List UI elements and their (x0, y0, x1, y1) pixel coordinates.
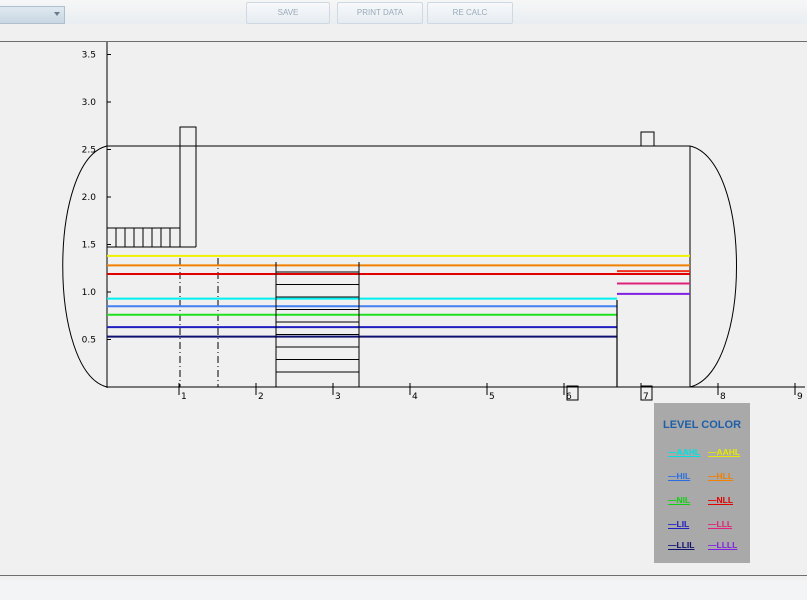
x-tick-label: 5 (489, 392, 495, 402)
legend-item: —HLL (708, 471, 734, 481)
y-tick-label: 3.5 (82, 51, 96, 61)
x-tick-label: 1 (181, 392, 187, 402)
vessel-outline (62, 145, 737, 388)
x-ticks: 123456789 (178, 383, 803, 402)
legend-item: —LIL (668, 519, 690, 529)
right-level-lines (617, 270, 690, 295)
status-bar (0, 580, 807, 600)
legend-item: —AAHL (708, 447, 741, 457)
legend-item: —HIL (668, 471, 691, 481)
outlet-nozzle (640, 131, 655, 147)
legend-item: —NIL (668, 495, 691, 505)
y-tick-label: 0.5 (82, 336, 96, 346)
inlet-baffle (107, 227, 180, 247)
y-tick-label: 3.0 (82, 98, 97, 108)
legend-item: —LLL (708, 519, 733, 529)
internals-box (275, 262, 360, 387)
legend-item: —LLLL (708, 540, 738, 550)
level-lines (107, 254, 690, 338)
x-tick-label: 8 (720, 392, 726, 402)
legend-item: —LLIL (668, 540, 695, 550)
level-color-legend: LEVEL COLOR —AAHL —AAHL —HIL —HLL —NIL —NLL —L… (654, 403, 750, 563)
x-tick-label: 3 (335, 392, 341, 402)
left-head (62, 145, 108, 388)
y-tick-label: 1.5 (82, 241, 96, 251)
legend-item: —AAHL (668, 447, 701, 457)
x-tick-label: 9 (797, 392, 803, 402)
right-head (689, 145, 737, 388)
legend-title: LEVEL COLOR (662, 419, 742, 431)
x-tick-label: 2 (258, 392, 264, 402)
y-tick-label: 2.5 (82, 146, 96, 156)
y-tick-label: 1.0 (82, 288, 97, 298)
x-tick-label: 4 (412, 392, 418, 402)
y-tick-label: 2.0 (82, 193, 97, 203)
legend-item: —NLL (708, 495, 734, 505)
